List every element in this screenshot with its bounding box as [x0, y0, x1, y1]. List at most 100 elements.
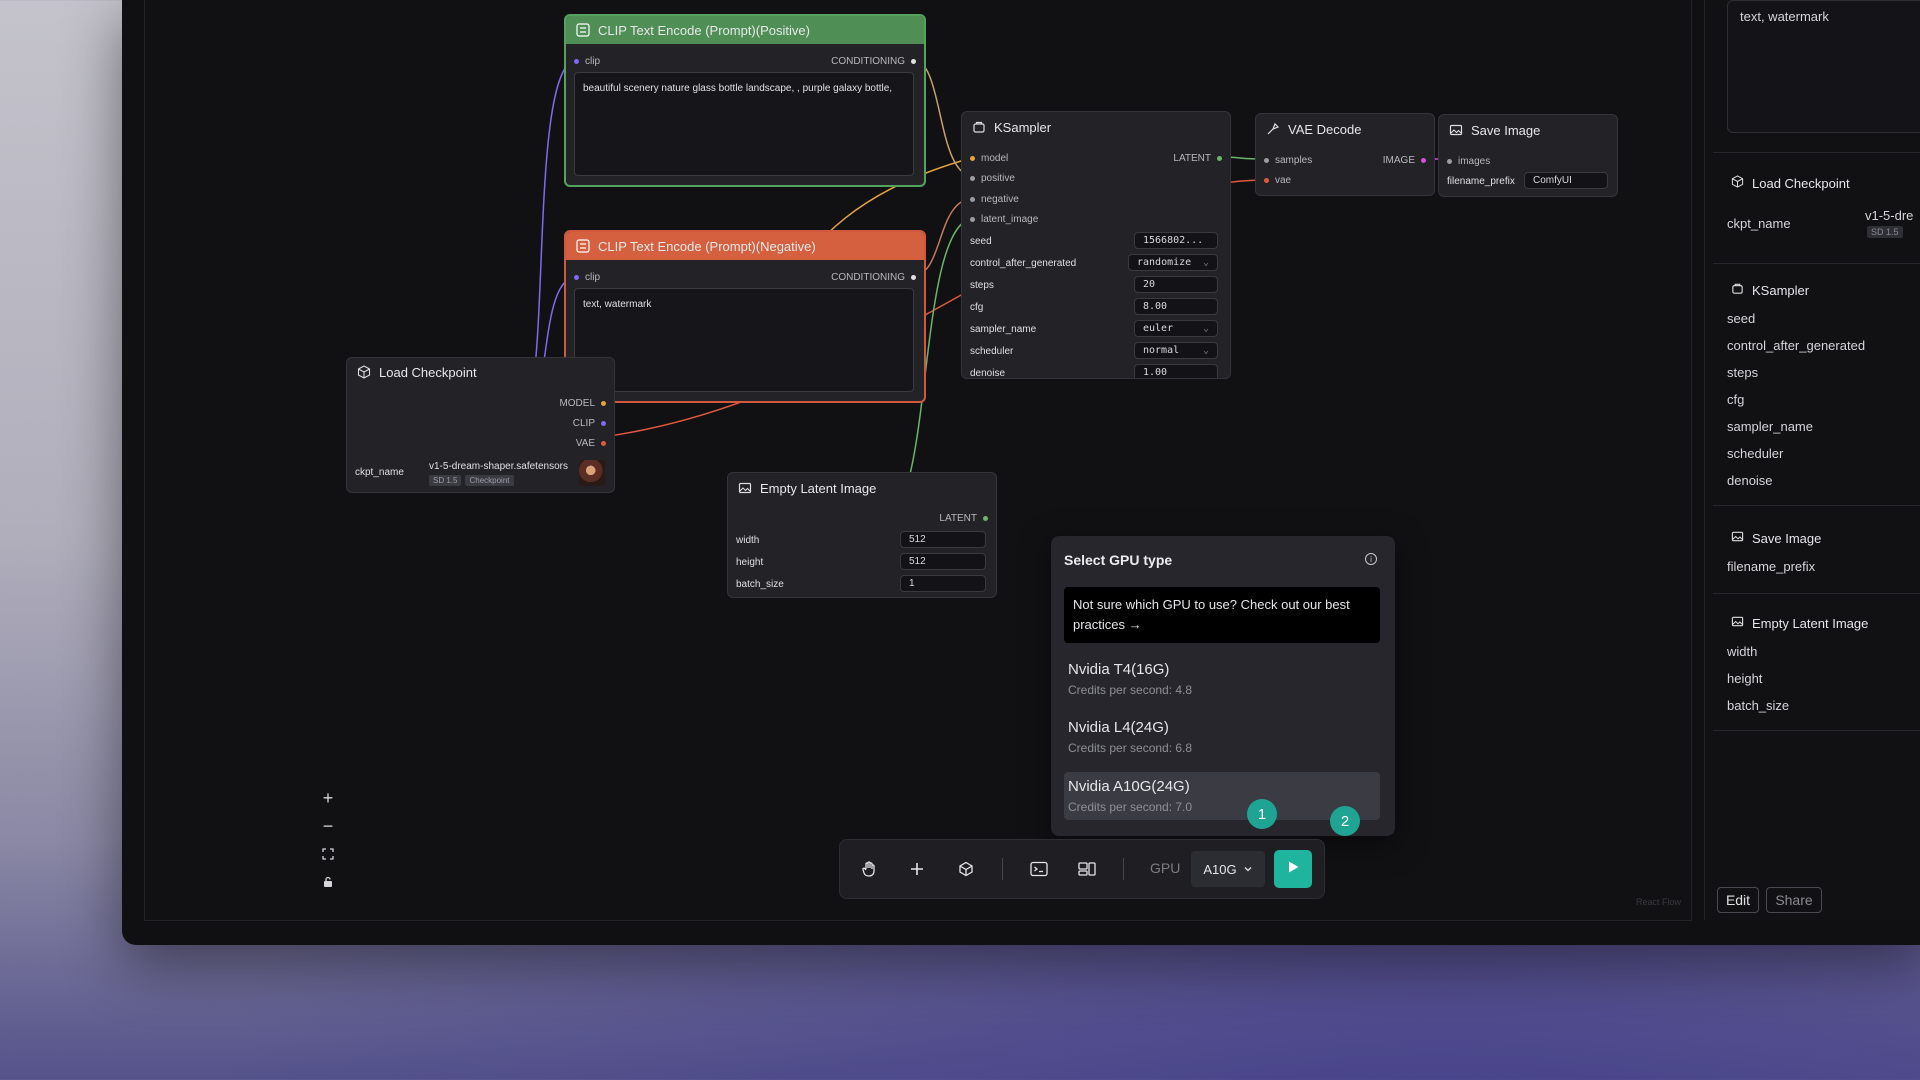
hand-pan-icon[interactable] [859, 859, 879, 879]
node-load-checkpoint[interactable]: Load Checkpoint MODEL CLIP VAE ckpt_name… [346, 357, 615, 493]
handle-dot[interactable] [601, 441, 606, 446]
handle-dot[interactable] [970, 156, 975, 161]
handle-dot[interactable] [970, 197, 975, 202]
output-image[interactable]: IMAGE [1383, 155, 1426, 166]
node-header[interactable]: CLIP Text Encode (Prompt)(Positive) [566, 16, 924, 44]
handle-dot[interactable] [574, 275, 579, 280]
handle-dot[interactable] [970, 217, 975, 222]
seed-input[interactable]: 1566802... [1134, 232, 1218, 249]
terminal-icon[interactable] [1029, 859, 1049, 879]
control-after-generated-select[interactable]: randomize ⌄ [1128, 254, 1218, 271]
input-clip[interactable]: clip [574, 272, 600, 283]
handle-dot[interactable] [574, 59, 579, 64]
input-samples[interactable]: samples [1264, 155, 1312, 166]
node-header[interactable]: KSampler [962, 112, 1230, 142]
handle-dot[interactable] [911, 59, 916, 64]
node-save-image[interactable]: Save Image images filename_prefix ComfyU… [1438, 114, 1618, 197]
panel-ckpt-value[interactable]: v1-5-dre [1865, 208, 1913, 223]
denoise-label: denoise [970, 368, 1006, 379]
section-divider [1713, 263, 1920, 264]
gpu-option-l4[interactable]: Nvidia L4(24G) Credits per second: 6.8 [1064, 713, 1380, 761]
steps-input[interactable]: 20 [1134, 276, 1218, 293]
panel-section-title: Save Image [1731, 530, 1821, 546]
node-ksampler[interactable]: KSampler model LATENT positive negative … [961, 111, 1231, 379]
lock-icon[interactable] [315, 869, 341, 895]
prompt-textarea[interactable]: beautiful scenery nature glass bottle la… [574, 72, 914, 176]
checkpoint-thumbnail[interactable] [579, 460, 605, 486]
chevron-down-icon: ⌄ [1202, 257, 1209, 268]
gpu-option-credits: Credits per second: 4.8 [1068, 683, 1193, 697]
handle-dot[interactable] [601, 401, 606, 406]
node-header[interactable]: Empty Latent Image [728, 473, 996, 503]
sampler-name-select[interactable]: euler ⌄ [1134, 320, 1218, 337]
zoom-out-icon[interactable]: − [315, 813, 341, 839]
prompt-textarea[interactable]: text, watermark [574, 288, 914, 392]
workflow-canvas[interactable]: CLIP Text Encode (Prompt)(Positive) clip… [144, 0, 1692, 921]
height-input[interactable]: 512 [900, 553, 986, 570]
layout-icon[interactable] [1077, 859, 1097, 879]
node-empty-latent[interactable]: Empty Latent Image LATENT width 512 heig… [727, 472, 997, 598]
gpu-select-popup: Select GPU type i Not sure which GPU to … [1051, 536, 1395, 836]
output-model[interactable]: MODEL [559, 398, 606, 409]
input-vae[interactable]: vae [1264, 175, 1291, 186]
handle-dot[interactable] [1421, 158, 1426, 163]
node-clip-negative[interactable]: CLIP Text Encode (Prompt)(Negative) clip… [564, 230, 926, 403]
input-model[interactable]: model [970, 153, 1008, 164]
cfg-input[interactable]: 8.00 [1134, 298, 1218, 315]
input-latent-image[interactable]: latent_image [970, 214, 1038, 225]
handle-dot[interactable] [983, 516, 988, 521]
handle-dot[interactable] [1264, 158, 1269, 163]
zoom-in-icon[interactable]: + [315, 785, 341, 811]
width-input[interactable]: 512 [900, 531, 986, 548]
add-node-icon[interactable] [907, 859, 927, 879]
handle-dot[interactable] [1264, 178, 1269, 183]
cube-icon [357, 365, 371, 379]
node-header[interactable]: VAE Decode [1256, 114, 1434, 144]
handle-dot[interactable] [1447, 159, 1452, 164]
output-conditioning[interactable]: CONDITIONING [831, 56, 916, 67]
section-title-text: Empty Latent Image [1752, 615, 1869, 631]
panel-field-label: width [1727, 644, 1758, 659]
gpu-best-practices-link[interactable]: Not sure which GPU to use? Check out our… [1064, 587, 1380, 643]
node-vae-decode[interactable]: VAE Decode samples IMAGE vae [1255, 113, 1435, 196]
output-vae[interactable]: VAE [576, 438, 606, 449]
tag-sd15: SD 1.5 [429, 475, 462, 486]
select-value: normal [1143, 345, 1180, 356]
panel-ckpt-tag: SD 1.5 [1867, 226, 1903, 238]
cube-icon[interactable] [956, 859, 976, 879]
input-negative[interactable]: negative [970, 194, 1019, 205]
output-latent[interactable]: LATENT [1173, 153, 1222, 164]
output-conditioning[interactable]: CONDITIONING [831, 272, 916, 283]
input-positive[interactable]: positive [970, 173, 1015, 184]
node-header[interactable]: Load Checkpoint [347, 358, 614, 386]
handle-dot[interactable] [601, 421, 606, 426]
prompt-preview-textarea[interactable]: text, watermark [1727, 0, 1920, 133]
input-clip[interactable]: clip [574, 56, 600, 67]
react-flow-attribution[interactable]: React Flow [1636, 897, 1681, 907]
node-header[interactable]: CLIP Text Encode (Prompt)(Negative) [566, 232, 924, 260]
batch-size-input[interactable]: 1 [900, 575, 986, 592]
output-latent[interactable]: LATENT [939, 513, 988, 524]
info-icon[interactable]: i [1365, 553, 1377, 565]
handle-dot[interactable] [1217, 156, 1222, 161]
filename-prefix-input[interactable]: ComfyUI [1524, 172, 1608, 189]
panel-section-title: Empty Latent Image [1731, 615, 1868, 631]
scheduler-select[interactable]: normal ⌄ [1134, 342, 1218, 359]
output-clip[interactable]: CLIP [573, 418, 606, 429]
edit-button[interactable]: Edit [1717, 887, 1759, 913]
output-label: MODEL [559, 398, 595, 409]
ckpt-name-value[interactable]: v1-5-dream-shaper.safetensors [429, 461, 568, 472]
fit-view-icon[interactable] [315, 841, 341, 867]
run-button[interactable] [1274, 850, 1312, 888]
node-header[interactable]: Save Image [1439, 115, 1617, 145]
input-images[interactable]: images [1447, 156, 1490, 167]
node-clip-positive[interactable]: CLIP Text Encode (Prompt)(Positive) clip… [564, 14, 926, 187]
handle-dot[interactable] [970, 176, 975, 181]
gpu-select[interactable]: A10G [1191, 851, 1265, 887]
share-button[interactable]: Share [1766, 887, 1822, 913]
gpu-option-t4[interactable]: Nvidia T4(16G) Credits per second: 4.8 [1064, 655, 1380, 703]
denoise-input[interactable]: 1.00 [1134, 364, 1218, 378]
gpu-option-name: Nvidia L4(24G) [1068, 719, 1169, 736]
node-title: VAE Decode [1288, 121, 1362, 137]
handle-dot[interactable] [911, 275, 916, 280]
